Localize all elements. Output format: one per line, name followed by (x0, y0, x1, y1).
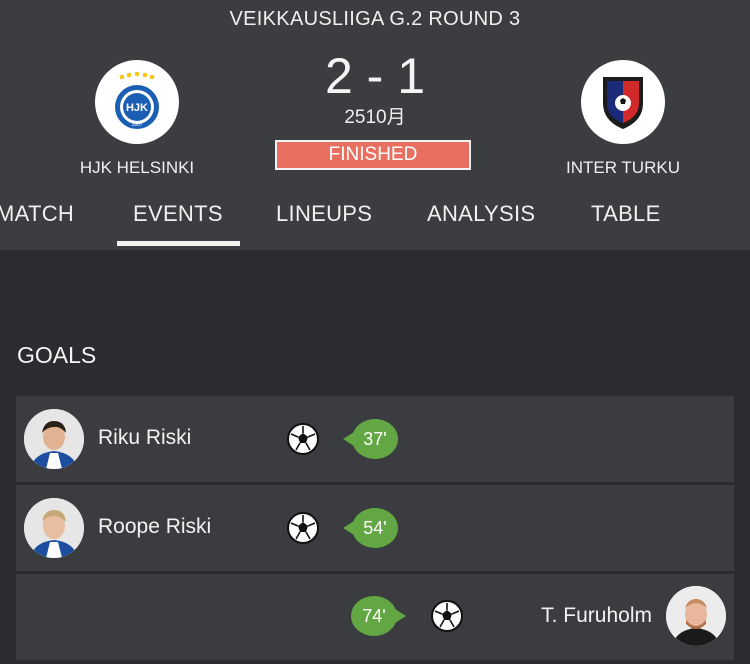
player-avatar (666, 586, 726, 646)
tab-match[interactable]: MATCH (0, 201, 74, 227)
home-team-name: HJK HELSINKI (79, 158, 195, 177)
player-avatar (24, 498, 84, 558)
goals-section-title: GOALS (17, 342, 97, 368)
match-header: VEIKKAUSLIIGA G.2 ROUND 3 HJK 1907 HJK H… (0, 0, 750, 250)
soccer-ball-icon (287, 512, 319, 544)
player-name: Roope Riski (98, 515, 212, 538)
away-team-name: INTER TURKU (566, 158, 680, 177)
goal-minute-badge: 37' (343, 419, 398, 459)
player-name: T. Furuholm (541, 604, 652, 627)
tab-bar: MATCH EVENTS LINEUPS ANALYSIS TABLE (0, 195, 750, 250)
soccer-ball-icon (287, 423, 319, 455)
league-round-title: VEIKKAUSLIIGA G.2 ROUND 3 (229, 8, 521, 30)
tab-lineups[interactable]: LINEUPS (276, 201, 372, 227)
player-avatar (24, 409, 84, 469)
goal-minute-badge: 74' (351, 596, 406, 636)
tab-events[interactable]: EVENTS (133, 201, 223, 227)
match-score: 2 - 1 (324, 48, 426, 104)
home-team[interactable]: HJK 1907 HJK HELSINKI (52, 60, 222, 178)
goal-row[interactable]: Riku Riski 37' (16, 396, 734, 482)
svg-text:HJK: HJK (126, 102, 148, 114)
svg-text:1907: 1907 (131, 122, 142, 128)
match-date: 2510月 (344, 107, 406, 128)
status-badge: FINISHED (275, 140, 471, 170)
player-name: Riku Riski (98, 426, 192, 449)
tab-table[interactable]: TABLE (591, 201, 661, 227)
goal-row[interactable]: 74' T. Furuholm (16, 574, 734, 660)
goal-minute-badge: 54' (343, 508, 398, 548)
soccer-ball-icon (431, 600, 463, 632)
goal-row[interactable]: Roope Riski 54' (16, 485, 734, 571)
away-team[interactable]: INTER TURKU (538, 60, 708, 178)
hjk-crest-icon: HJK 1907 (95, 60, 179, 144)
inter-turku-crest-icon (581, 60, 665, 144)
active-tab-indicator (117, 241, 240, 246)
tab-analysis[interactable]: ANALYSIS (427, 201, 535, 227)
